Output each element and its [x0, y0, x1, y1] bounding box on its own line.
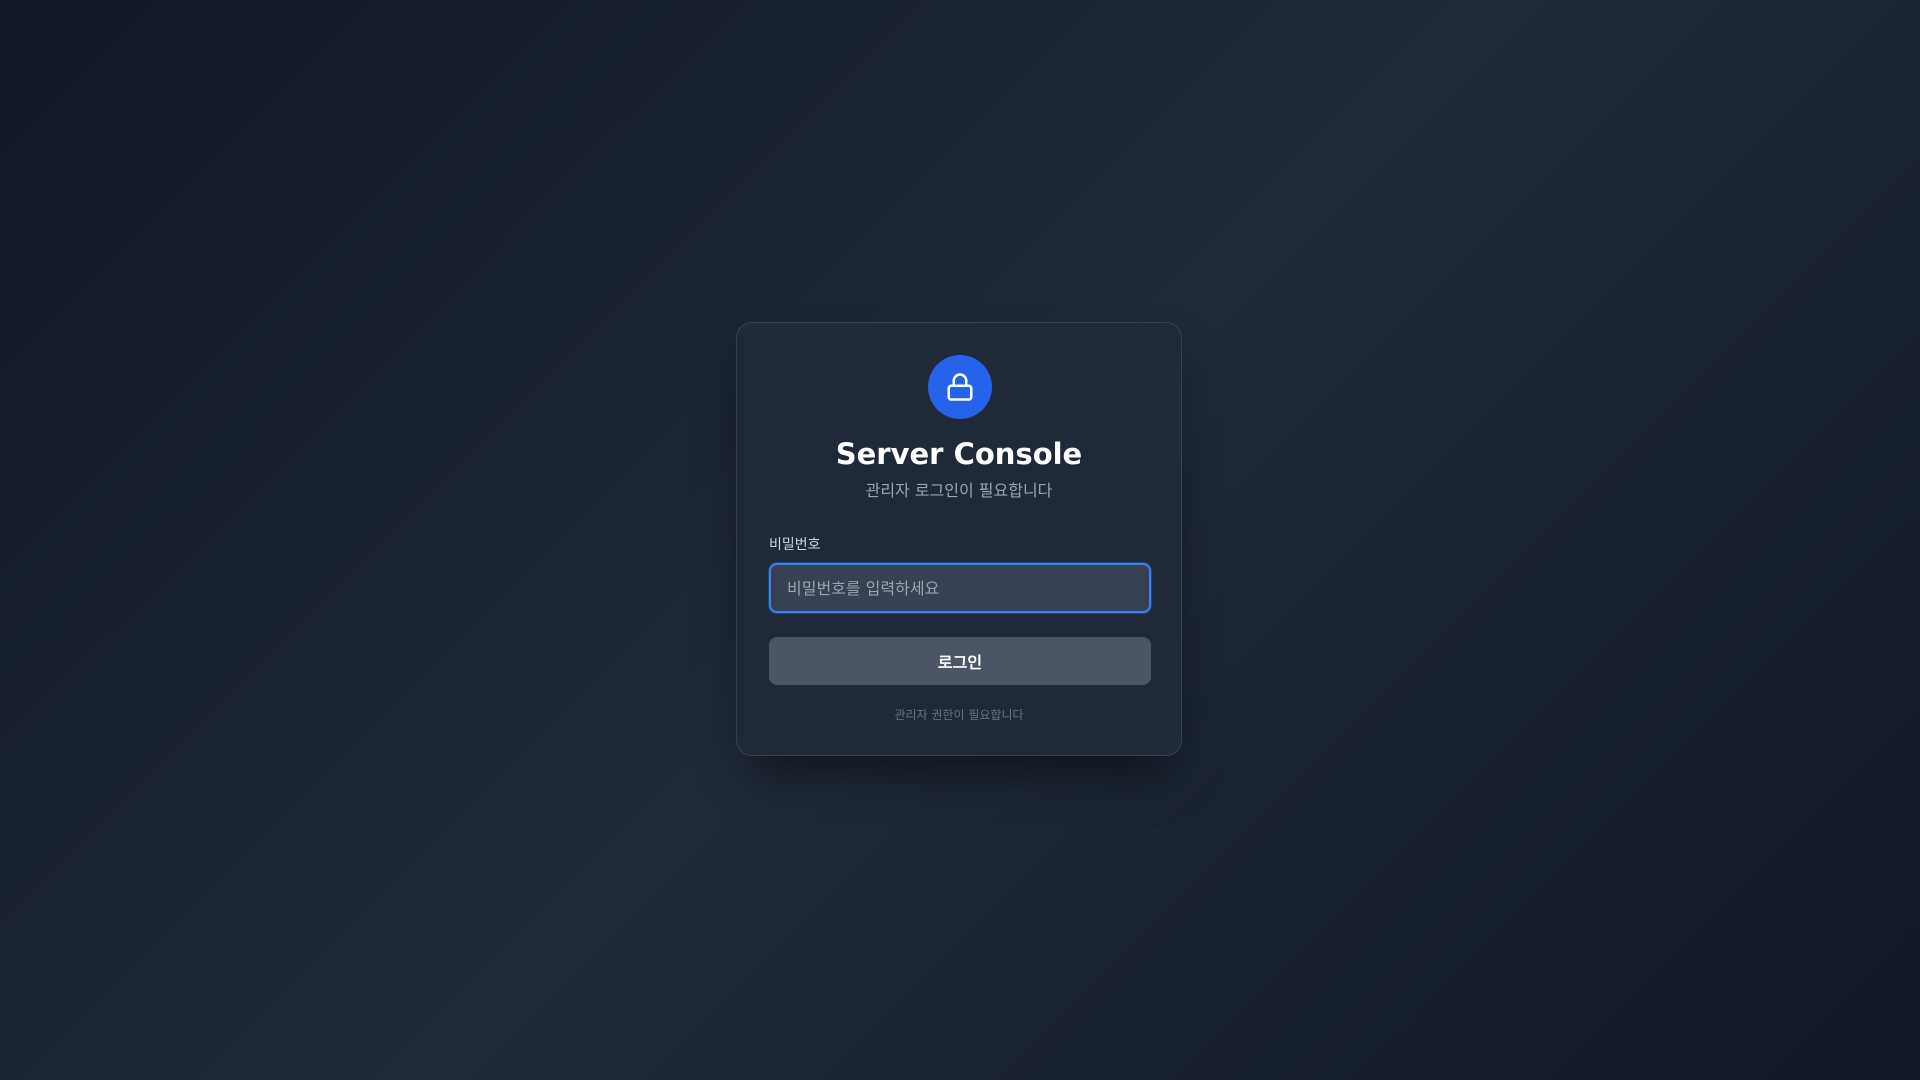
lock-badge	[928, 355, 992, 419]
login-button[interactable]: 로그인	[769, 637, 1151, 685]
login-card: Server Console 관리자 로그인이 필요합니다 비밀번호 로그인 관…	[736, 322, 1182, 756]
lock-icon	[947, 373, 973, 401]
password-input[interactable]	[769, 563, 1151, 613]
footer-note: 관리자 권한이 필요합니다	[894, 708, 1024, 722]
page-subtitle: 관리자 로그인이 필요합니다	[865, 481, 1053, 500]
password-label: 비밀번호	[769, 537, 821, 553]
page-title: Server Console	[835, 437, 1083, 471]
